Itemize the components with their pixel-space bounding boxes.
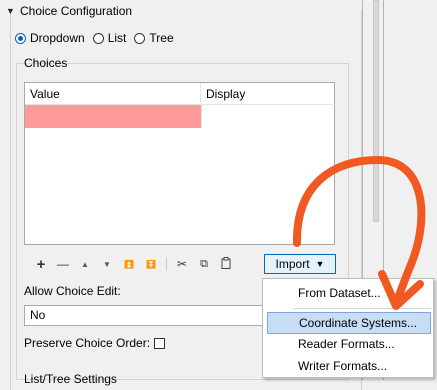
choices-label: Choices [24,56,68,70]
column-header-display[interactable]: Display [201,83,336,105]
radio-tree-button[interactable] [134,32,146,44]
cell-display[interactable] [201,105,335,128]
choices-table[interactable]: Value Display [24,82,336,245]
cell-value[interactable] [25,105,201,128]
display-mode-radios: Dropdown List Tree [15,31,182,45]
preserve-choice-order-label: Preserve Choice Order: [24,336,151,350]
add-icon[interactable]: + [30,256,52,273]
import-dropdown-menu: From Dataset... Coordinate Systems... Re… [262,278,434,378]
move-up-icon[interactable]: ▲ [74,260,96,269]
radio-dropdown[interactable]: Dropdown [15,31,85,45]
menu-separator [293,308,431,309]
import-button-label: Import [275,257,310,271]
radio-dropdown-button[interactable] [15,32,26,44]
import-button[interactable]: Import ▼ [264,254,336,274]
allow-choice-edit-label: Allow Choice Edit: [24,284,121,298]
preserve-choice-order[interactable]: Preserve Choice Order: [24,336,166,350]
menu-item-from-dataset[interactable]: From Dataset... [267,282,431,304]
radio-list[interactable]: List [92,31,127,45]
list-tree-settings-label[interactable]: List/Tree Settings [24,372,117,386]
allow-choice-edit-select[interactable]: No [24,305,270,326]
collapse-triangle-icon[interactable]: ▼ [6,6,16,16]
column-header-value[interactable]: Value [25,83,201,105]
table-row[interactable] [25,105,336,128]
chevron-down-icon: ▼ [315,259,325,269]
paste-icon[interactable] [215,256,237,272]
move-top-icon[interactable]: ⏫ [118,260,140,269]
radio-tree[interactable]: Tree [134,31,174,45]
menu-item-reader-formats[interactable]: Reader Formats... [267,333,431,355]
section-header[interactable]: ▼ Choice Configuration [6,3,132,19]
radio-tree-label: Tree [149,31,174,45]
radio-list-button[interactable] [92,32,104,44]
radio-dropdown-label: Dropdown [30,31,85,45]
move-down-icon[interactable]: ▼ [96,260,118,269]
radio-list-label: List [107,31,127,45]
remove-icon[interactable]: — [52,257,74,271]
menu-item-writer-formats[interactable]: Writer Formats... [267,355,431,377]
cut-icon[interactable]: ✂ [171,257,193,271]
menu-item-coordinate-systems[interactable]: Coordinate Systems... [267,312,431,334]
toolbar-separator [166,257,167,271]
move-bottom-icon[interactable]: ⏬ [140,260,162,269]
copy-icon[interactable]: ⧉ [193,258,215,271]
preserve-choice-order-checkbox[interactable] [154,337,166,349]
scrollbar-thumb[interactable] [373,0,379,222]
choices-toolbar: + — ▲ ▼ ⏫ ⏬ ✂ ⧉ [30,256,237,273]
section-title: Choice Configuration [20,4,133,18]
